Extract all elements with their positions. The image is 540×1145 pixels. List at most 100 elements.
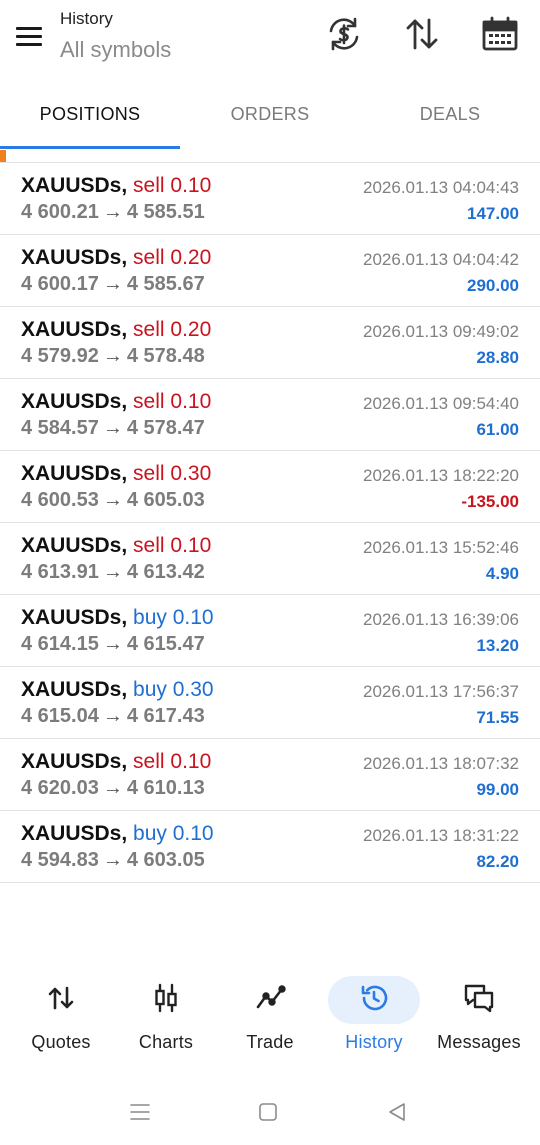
position-time: 2026.01.13 16:39:06 — [363, 610, 519, 629]
back-icon[interactable] — [385, 1100, 409, 1124]
nav-history[interactable]: History — [324, 970, 424, 1060]
position-row[interactable]: XAUUSDs, sell 0.20 4 579.92 → 4 578.48 202… — [0, 307, 540, 379]
position-time: 2026.01.13 18:07:32 — [363, 754, 519, 773]
currency-exchange-icon[interactable] — [324, 14, 364, 54]
position-row[interactable]: XAUUSDs, buy 0.10 4 594.83 → 4 603.05 2026… — [0, 811, 540, 883]
side-volume: buy 0.10 — [133, 606, 214, 629]
side-volume: sell 0.10 — [133, 534, 212, 557]
calendar-icon[interactable] — [480, 14, 520, 54]
arrow-icon: → — [102, 633, 123, 655]
tab-orders[interactable]: ORDERS — [180, 88, 360, 140]
tab-positions[interactable]: POSITIONS — [0, 88, 180, 140]
position-profit: -135.00 — [461, 492, 519, 511]
position-row[interactable]: XAUUSDs, sell 0.10 4 613.91 → 4 613.42 202… — [0, 523, 540, 595]
close-price: 4 603.05 — [126, 849, 205, 871]
open-price: 4 579.92 — [21, 345, 99, 367]
symbol-label: XAUUSDs, — [21, 678, 128, 701]
history-icon — [358, 982, 390, 1014]
arrow-icon: → — [102, 273, 123, 295]
position-time: 2026.01.13 18:31:22 — [363, 826, 519, 845]
symbol-label: XAUUSDs, — [21, 822, 128, 845]
arrow-icon: → — [102, 705, 123, 727]
symbol-label: XAUUSDs, — [21, 750, 128, 773]
nav-messages[interactable]: Messages — [429, 970, 529, 1060]
nav-label: History — [345, 1032, 403, 1052]
nav-label: Messages — [437, 1032, 521, 1052]
position-time: 2026.01.13 04:04:43 — [363, 178, 519, 197]
position-profit: 13.20 — [476, 636, 519, 655]
symbol-filter[interactable]: All symbols — [60, 37, 171, 63]
arrow-icon: → — [102, 849, 123, 871]
page-title: History — [60, 9, 113, 28]
symbol-label: XAUUSDs, — [21, 534, 128, 557]
nav-charts[interactable]: Charts — [116, 970, 216, 1060]
position-profit: 290.00 — [467, 276, 519, 295]
menu-icon[interactable] — [14, 24, 46, 48]
active-tab-indicator — [0, 146, 180, 149]
position-row[interactable]: XAUUSDs, sell 0.10 4 620.03 → 4 610.13 202… — [0, 739, 540, 811]
quotes-icon — [45, 982, 77, 1014]
close-price: 4 615.47 — [126, 633, 205, 655]
close-price: 4 578.48 — [126, 345, 205, 367]
nav-quotes[interactable]: Quotes — [11, 970, 111, 1060]
open-price: 4 600.53 — [21, 489, 99, 511]
side-volume: sell 0.20 — [133, 318, 212, 341]
side-volume: sell 0.10 — [133, 174, 212, 197]
side-volume: sell 0.10 — [133, 390, 212, 413]
position-row[interactable]: XAUUSDs, sell 0.30 4 600.53 → 4 605.03 202… — [0, 451, 540, 523]
position-profit: 4.90 — [485, 564, 519, 583]
arrow-icon: → — [102, 777, 123, 799]
open-price: 4 600.21 — [21, 201, 99, 223]
side-volume: buy 0.30 — [133, 678, 214, 701]
app-header: History All symbols — [0, 0, 540, 78]
open-price: 4 615.04 — [21, 705, 99, 727]
nav-label: Trade — [246, 1032, 294, 1052]
position-row[interactable]: XAUUSDs, sell 0.20 4 600.17 → 4 585.67 202… — [0, 235, 540, 307]
symbol-label: XAUUSDs, — [21, 462, 128, 485]
trade-icon — [254, 982, 286, 1014]
close-price: 4 605.03 — [126, 489, 205, 511]
open-price: 4 584.57 — [21, 417, 99, 439]
position-time: 2026.01.13 04:04:42 — [363, 250, 519, 269]
arrow-icon: → — [102, 561, 123, 583]
close-price: 4 585.51 — [126, 201, 205, 223]
tab-deals[interactable]: DEALS — [360, 88, 540, 140]
arrow-icon: → — [102, 345, 123, 367]
symbol-label: XAUUSDs, — [21, 174, 128, 197]
side-volume: sell 0.30 — [133, 462, 212, 485]
side-volume: buy 0.10 — [133, 822, 214, 845]
open-price: 4 600.17 — [21, 273, 99, 295]
close-price: 4 585.67 — [126, 273, 205, 295]
side-volume: sell 0.20 — [133, 246, 212, 269]
position-row[interactable]: XAUUSDs, buy 0.10 4 614.15 → 4 615.47 2026… — [0, 595, 540, 667]
close-price: 4 617.43 — [126, 705, 205, 727]
position-row[interactable]: XAUUSDs, sell 0.10 4 600.21 → 4 585.51 202… — [0, 163, 540, 235]
close-price: 4 613.42 — [126, 561, 205, 583]
sort-icon[interactable] — [402, 14, 442, 54]
position-profit: 82.20 — [476, 852, 519, 871]
position-row[interactable]: XAUUSDs, sell 0.10 4 584.57 → 4 578.47 202… — [0, 379, 540, 451]
position-time: 2026.01.13 15:52:46 — [363, 538, 519, 557]
open-price: 4 620.03 — [21, 777, 99, 799]
open-price: 4 613.91 — [21, 561, 99, 583]
side-volume: sell 0.10 — [133, 750, 212, 773]
home-icon[interactable] — [256, 1100, 280, 1124]
position-profit: 71.55 — [476, 708, 519, 727]
position-row[interactable]: XAUUSDs, buy 0.30 4 615.04 → 4 617.43 2026… — [0, 667, 540, 739]
nav-trade[interactable]: Trade — [220, 970, 320, 1060]
position-profit: 99.00 — [476, 780, 519, 799]
symbol-label: XAUUSDs, — [21, 318, 128, 341]
positions-list: XAUUSDs, sell 0.10 4 600.21 → 4 585.51 202… — [0, 163, 540, 883]
position-profit: 147.00 — [467, 204, 519, 223]
recents-icon[interactable] — [128, 1100, 152, 1124]
symbol-label: XAUUSDs, — [21, 246, 128, 269]
close-price: 4 610.13 — [126, 777, 205, 799]
position-time: 2026.01.13 18:22:20 — [363, 466, 519, 485]
nav-label: Quotes — [31, 1032, 91, 1052]
arrow-icon: → — [102, 201, 123, 223]
position-profit: 28.80 — [476, 348, 519, 367]
arrow-icon: → — [102, 489, 123, 511]
close-price: 4 578.47 — [126, 417, 205, 439]
arrow-icon: → — [102, 417, 123, 439]
messages-icon — [463, 982, 495, 1014]
